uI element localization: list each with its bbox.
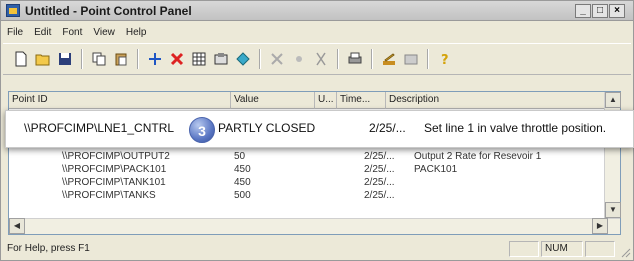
open-folder-icon[interactable] (33, 49, 53, 69)
menu-view[interactable]: View (93, 27, 115, 38)
menu-bar: File Edit Font View Help (1, 22, 157, 42)
toolbar: ? (3, 43, 631, 75)
window-controls: _ □ × (575, 4, 625, 18)
grid-icon[interactable] (189, 49, 209, 69)
print-icon[interactable] (345, 49, 365, 69)
status-bar: For Help, press F1 NUM (1, 239, 633, 260)
app-icon (6, 4, 20, 17)
close-button[interactable]: × (609, 4, 625, 18)
diamond-icon[interactable] (233, 49, 253, 69)
scroll-right-icon[interactable]: ▶ (592, 218, 608, 234)
toolbar-separator (259, 49, 261, 69)
toolbar-separator (137, 49, 139, 69)
column-value[interactable]: Value (231, 92, 315, 109)
tool-icon[interactable] (267, 49, 287, 69)
row-description: Output 2 Rate for Resevoir 1 (414, 151, 542, 162)
edit-icon[interactable] (379, 49, 399, 69)
scroll-down-icon[interactable]: ▼ (605, 202, 621, 218)
row-point-id: \\PROFCIMP\TANKS (62, 190, 156, 201)
record-icon[interactable] (289, 49, 309, 69)
horizontal-scrollbar[interactable]: ◀ ▶ (9, 218, 620, 234)
highlighted-list-row[interactable]: \\PROFCIMP\LNE1_CNTRL 3 PARTLY CLOSED 2/… (5, 110, 634, 148)
help-icon[interactable]: ? (435, 49, 455, 69)
column-point-id[interactable]: Point ID (9, 92, 231, 109)
toolbar-separator (371, 49, 373, 69)
new-file-icon[interactable] (11, 49, 31, 69)
row-point-id: \\PROFCIMP\PACK101 (62, 164, 167, 175)
paste-icon[interactable] (111, 49, 131, 69)
row-value: 450 (234, 177, 251, 188)
toolbar-separator (81, 49, 83, 69)
row-point-id: \\PROFCIMP\OUTPUT2 (62, 151, 170, 162)
callout-badge: 3 (189, 117, 215, 143)
column-units[interactable]: U... (315, 92, 337, 109)
window-title: Untitled - Point Control Panel (25, 4, 192, 18)
copy-icon[interactable] (89, 49, 109, 69)
highlight-value: PARTLY CLOSED (218, 121, 316, 135)
list-row[interactable]: \\PROFCIMP\OUTPUT2 50 2/25/... Output 2 … (9, 150, 605, 163)
list-rows: \\PROFCIMP\OUTPUT2 50 2/25/... Output 2 … (9, 150, 605, 202)
status-panel-empty (585, 241, 615, 257)
row-time: 2/25/... (364, 177, 395, 188)
title-bar[interactable]: Untitled - Point Control Panel _ □ × (1, 1, 633, 21)
highlight-point-id: \\PROFCIMP\LNE1_CNTRL (24, 121, 175, 135)
delete-point-icon[interactable] (167, 49, 187, 69)
row-value: 50 (234, 151, 246, 162)
row-time: 2/25/... (364, 190, 395, 201)
menu-font[interactable]: Font (62, 27, 82, 38)
menu-file[interactable]: File (7, 27, 23, 38)
scroll-left-icon[interactable]: ◀ (9, 218, 25, 234)
properties-icon[interactable] (211, 49, 231, 69)
toolbar-separator (337, 49, 339, 69)
svg-text:?: ? (441, 53, 449, 67)
scroll-up-icon[interactable]: ▲ (605, 92, 621, 108)
row-time: 2/25/... (364, 151, 395, 162)
save-icon[interactable] (55, 49, 75, 69)
highlight-time: 2/25/... (369, 121, 406, 135)
status-panel-empty (509, 241, 539, 257)
row-time: 2/25/... (364, 164, 395, 175)
menu-edit[interactable]: Edit (34, 27, 51, 38)
column-time[interactable]: Time... (337, 92, 386, 109)
maximize-button[interactable]: □ (592, 4, 608, 18)
list-row[interactable]: \\PROFCIMP\TANKS 500 2/25/... (9, 189, 605, 202)
cut-icon[interactable] (311, 49, 331, 69)
status-help-text: For Help, press F1 (7, 243, 90, 254)
toolbar-separator (427, 49, 429, 69)
add-point-icon[interactable] (145, 49, 165, 69)
view-icon[interactable] (401, 49, 421, 69)
resize-grip-icon[interactable] (619, 246, 631, 258)
menu-help[interactable]: Help (126, 27, 147, 38)
list-row[interactable]: \\PROFCIMP\PACK101 450 2/25/... PACK101 (9, 163, 605, 176)
row-value: 500 (234, 190, 251, 201)
list-row[interactable]: \\PROFCIMP\TANK101 450 2/25/... (9, 176, 605, 189)
list-header: Point ID Value U... Time... Description (9, 92, 605, 109)
minimize-button[interactable]: _ (575, 4, 591, 18)
status-num: NUM (541, 241, 583, 257)
column-description[interactable]: Description (386, 92, 605, 109)
row-description: PACK101 (414, 164, 458, 175)
row-point-id: \\PROFCIMP\TANK101 (62, 177, 166, 188)
row-value: 450 (234, 164, 251, 175)
highlight-description: Set line 1 in valve throttle position. (424, 121, 607, 135)
